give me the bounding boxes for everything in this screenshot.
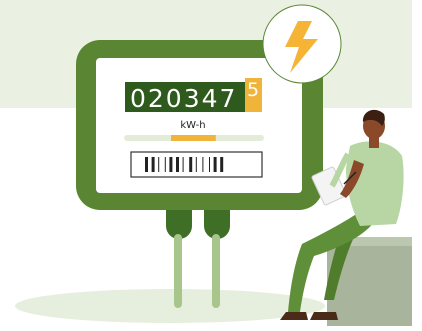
barcode-bar	[151, 157, 155, 172]
ground-shadow	[15, 289, 325, 323]
barcode-bar	[158, 157, 160, 172]
barcode-icon	[130, 151, 263, 178]
barcode-bar	[195, 157, 197, 172]
lightning-bolt-icon	[262, 4, 342, 84]
meter-reading-last-digit: 5	[247, 79, 259, 101]
barcode-bar	[169, 157, 173, 172]
meter-reading-main: 020347	[130, 84, 237, 113]
usage-progress-bar	[124, 135, 264, 141]
utility-meter-illustration: 020347 5 kW-h	[0, 0, 412, 326]
barcode-bar	[145, 157, 148, 172]
barcode-bar	[213, 157, 217, 172]
barcode-bar	[189, 157, 193, 172]
barcode-bar	[176, 157, 179, 172]
barcode-bar	[220, 157, 224, 172]
unit-label: kW-h	[180, 120, 205, 131]
barcode-bar	[164, 157, 166, 172]
barcode-bar	[209, 157, 210, 172]
meter-reading-display: 020347 5	[125, 78, 262, 113]
barcode-bar	[182, 157, 184, 172]
usage-progress-fill	[171, 135, 216, 141]
barcode-bar	[202, 157, 204, 172]
